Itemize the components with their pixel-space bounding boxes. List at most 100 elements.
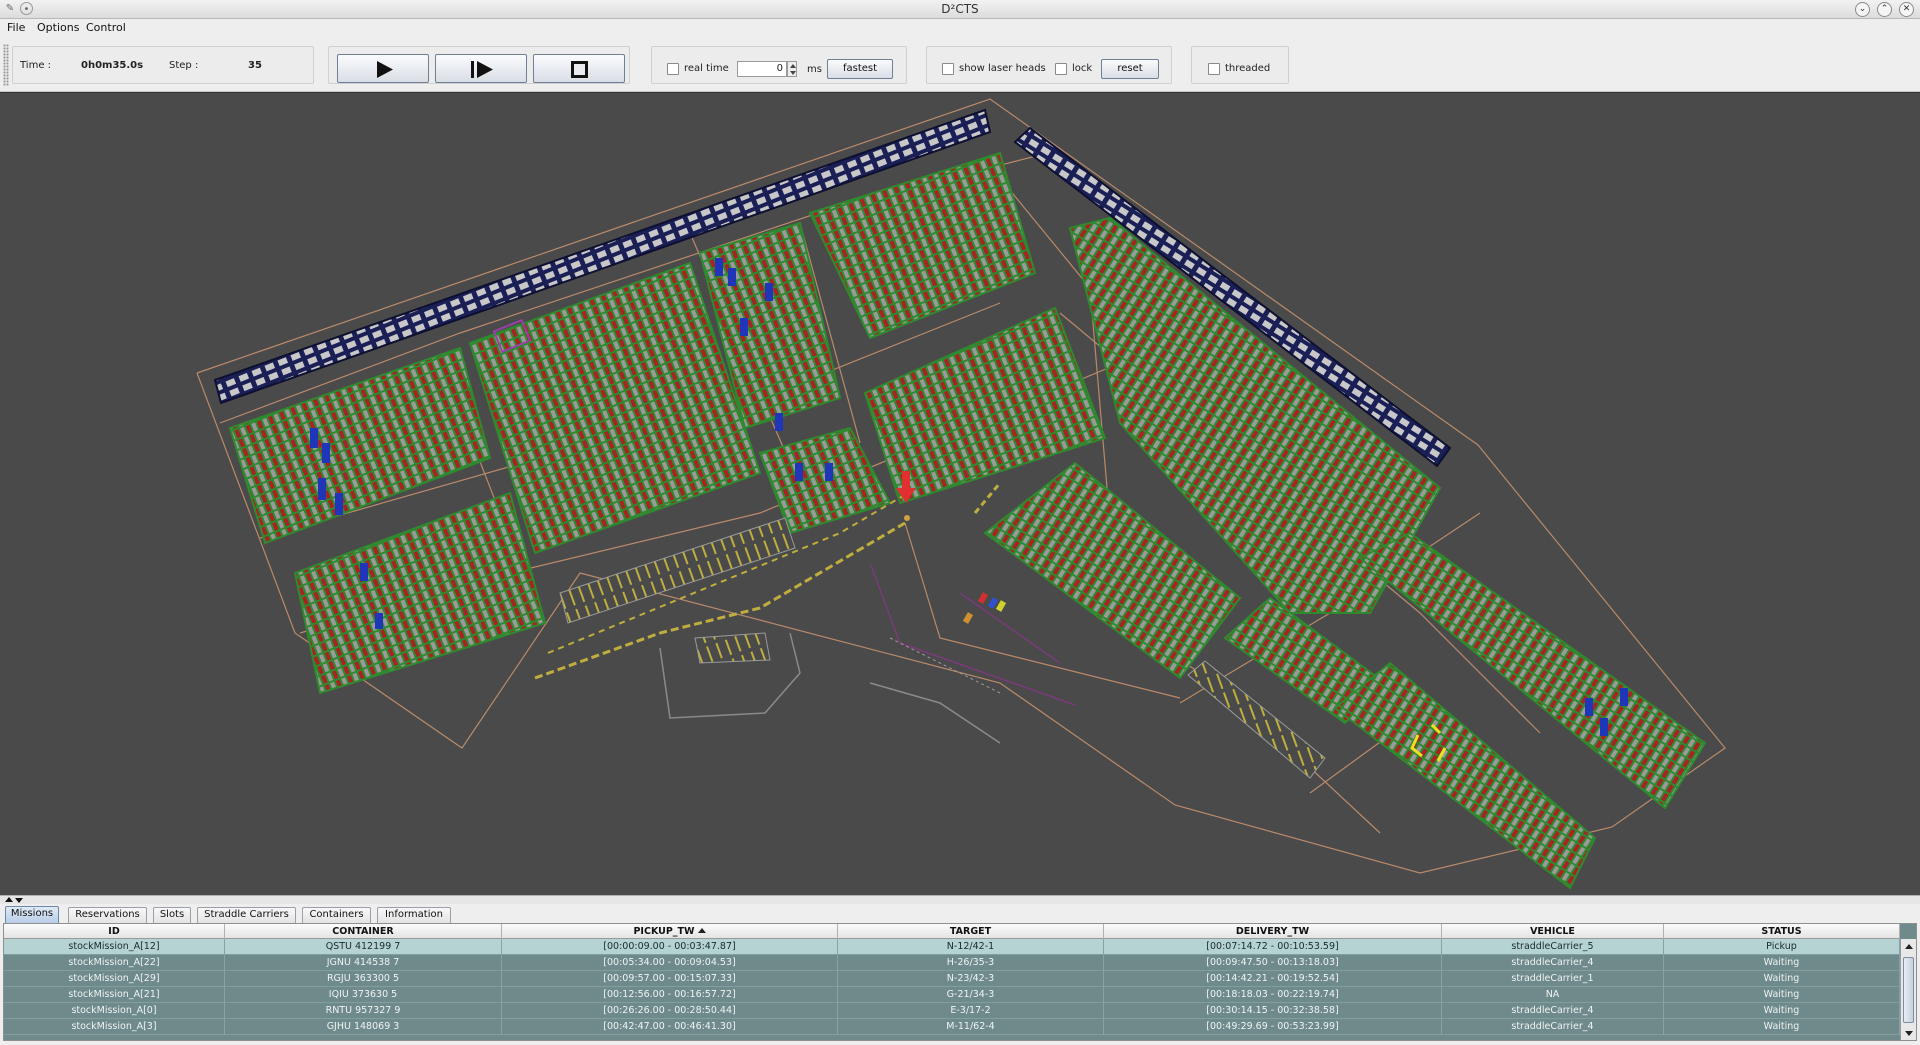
table-row[interactable]: stockMission_A[22] JGNU 414538 7 [00:05:… [4, 955, 1900, 971]
cell-pickup-tw: [00:09:57.00 - 00:15:07.33] [502, 971, 838, 987]
play-icon [377, 61, 393, 78]
cell-status: Waiting [1664, 971, 1900, 987]
cell-status: Waiting [1664, 955, 1900, 971]
cell-id: stockMission_A[22] [4, 955, 225, 971]
col-delivery-tw[interactable]: DELIVERY_TW [1104, 924, 1442, 939]
missions-table: ID CONTAINER PICKUP_TW TARGET DELIVERY_T… [3, 923, 1917, 1041]
tab-missions[interactable]: Missions [5, 906, 59, 923]
tab-slots[interactable]: Slots [153, 907, 191, 923]
menu-control[interactable]: Control [86, 21, 126, 34]
cell-id: stockMission_A[3] [4, 1019, 225, 1035]
col-pickup-tw-label: PICKUP_TW [633, 926, 695, 937]
straddle-carriers [962, 592, 1007, 624]
cell-id: stockMission_A[0] [4, 1003, 225, 1019]
fastest-button[interactable]: fastest [827, 59, 893, 79]
col-status[interactable]: STATUS [1664, 924, 1900, 939]
cell-status: Waiting [1664, 1003, 1900, 1019]
time-panel: Time : 0h0m35.0s Step : 35 [12, 46, 314, 84]
play-button[interactable] [337, 54, 429, 83]
gate-lanes [869, 562, 1076, 706]
toolbar-grip[interactable] [3, 44, 9, 86]
cell-delivery-tw: [00:18:18.03 - 00:22:19.74] [1104, 987, 1442, 1003]
cell-target: E-3/17-2 [838, 1003, 1104, 1019]
cell-container: GJHU 148069 3 [225, 1019, 502, 1035]
terminal-map-canvas[interactable] [0, 92, 1920, 895]
cell-status: Pickup [1664, 939, 1900, 955]
scroll-down-icon[interactable] [1905, 1031, 1913, 1036]
lock-label: lock [1072, 63, 1093, 74]
cell-container: IQIU 373630 5 [225, 987, 502, 1003]
cell-container: RNTU 957327 9 [225, 1003, 502, 1019]
window-title: D²CTS [941, 2, 979, 16]
tab-reservations[interactable]: Reservations [68, 907, 147, 923]
real-time-checkbox[interactable] [667, 63, 679, 75]
col-id[interactable]: ID [4, 924, 225, 939]
cell-id: stockMission_A[29] [4, 971, 225, 987]
table-scrollbar[interactable] [1900, 939, 1916, 1040]
menu-file[interactable]: File [7, 21, 25, 34]
col-vehicle[interactable]: VEHICLE [1442, 924, 1664, 939]
reset-button[interactable]: reset [1101, 59, 1159, 79]
cell-pickup-tw: [00:26:26.00 - 00:28:50.44] [502, 1003, 838, 1019]
table-row[interactable]: stockMission_A[29] RGJU 363300 5 [00:09:… [4, 971, 1900, 987]
tab-containers[interactable]: Containers [302, 907, 371, 923]
tab-straddle-carriers[interactable]: Straddle Carriers [197, 907, 296, 923]
cell-vehicle: straddleCarrier_5 [1442, 939, 1664, 955]
cell-status: Waiting [1664, 1019, 1900, 1035]
cell-vehicle: NA [1442, 987, 1664, 1003]
cell-container: RGJU 363300 5 [225, 971, 502, 987]
collapse-down-icon[interactable] [15, 898, 23, 903]
time-label: Time : [20, 60, 52, 71]
lock-checkbox[interactable] [1055, 63, 1067, 75]
cell-status: Waiting [1664, 987, 1900, 1003]
col-container[interactable]: CONTAINER [225, 924, 502, 939]
cell-delivery-tw: [00:49:29.69 - 00:53:23.99] [1104, 1019, 1442, 1035]
threaded-checkbox[interactable] [1208, 63, 1220, 75]
delay-spinner[interactable]: 0 [737, 61, 787, 77]
cell-target: G-21/34-3 [838, 987, 1104, 1003]
table-row[interactable]: stockMission_A[12] QSTU 412199 7 [00:00:… [4, 939, 1900, 955]
real-time-label: real time [684, 63, 729, 74]
close-icon[interactable]: ✕ [1899, 2, 1914, 17]
ms-label: ms [807, 64, 822, 75]
cell-delivery-tw: [00:30:14.15 - 00:32:38.58] [1104, 1003, 1442, 1019]
panel-splitter[interactable] [0, 895, 1920, 904]
cell-container: JGNU 414538 7 [225, 955, 502, 971]
terminal-map [196, 98, 1726, 890]
time-value: 0h0m35.0s [81, 60, 144, 71]
show-laser-heads-checkbox[interactable] [942, 63, 954, 75]
cell-pickup-tw: [00:05:34.00 - 00:09:04.53] [502, 955, 838, 971]
stop-icon [571, 61, 588, 78]
col-target[interactable]: TARGET [838, 924, 1104, 939]
table-row[interactable]: stockMission_A[3] GJHU 148069 3 [00:42:4… [4, 1019, 1900, 1035]
step-button[interactable] [435, 54, 527, 83]
collapse-up-icon[interactable] [5, 897, 13, 902]
minimize-icon[interactable]: ⌄ [1855, 2, 1870, 17]
cell-delivery-tw: [00:09:47.50 - 00:13:18.03] [1104, 955, 1442, 971]
cell-delivery-tw: [00:14:42.21 - 00:19:52.54] [1104, 971, 1442, 987]
cell-delivery-tw: [00:07:14.72 - 00:10:53.59] [1104, 939, 1442, 955]
title-bar: ✎ • D²CTS ⌄ ⌃ ✕ [0, 0, 1920, 19]
sort-ascending-icon [697, 928, 706, 933]
cell-target: N-12/42-1 [838, 939, 1104, 955]
scroll-up-icon[interactable] [1905, 944, 1913, 949]
step-value: 35 [248, 60, 262, 71]
bottom-tabs: Missions Reservations Slots Straddle Car… [0, 904, 1920, 923]
maximize-icon[interactable]: ⌃ [1877, 2, 1892, 17]
menu-bar: File Options Control [0, 19, 1920, 38]
cell-pickup-tw: [00:00:09.00 - 00:03:47.87] [502, 939, 838, 955]
menu-options[interactable]: Options [37, 21, 79, 34]
cell-target: N-23/42-3 [838, 971, 1104, 987]
scrollbar-thumb[interactable] [1903, 957, 1914, 1023]
table-row[interactable]: stockMission_A[0] RNTU 957327 9 [00:26:2… [4, 1003, 1900, 1019]
tab-information[interactable]: Information [377, 907, 451, 923]
cell-pickup-tw: [00:42:47.00 - 00:46:41.30] [502, 1019, 838, 1035]
cell-id: stockMission_A[21] [4, 987, 225, 1003]
cell-pickup-tw: [00:12:56.00 - 00:16:57.72] [502, 987, 838, 1003]
table-row[interactable]: stockMission_A[21] IQIU 373630 5 [00:12:… [4, 987, 1900, 1003]
col-pickup-tw[interactable]: PICKUP_TW [502, 924, 838, 939]
stop-button[interactable] [533, 54, 625, 83]
cell-vehicle: straddleCarrier_4 [1442, 955, 1664, 971]
step-label: Step : [169, 60, 199, 71]
delay-spinner-arrows[interactable] [787, 61, 797, 77]
